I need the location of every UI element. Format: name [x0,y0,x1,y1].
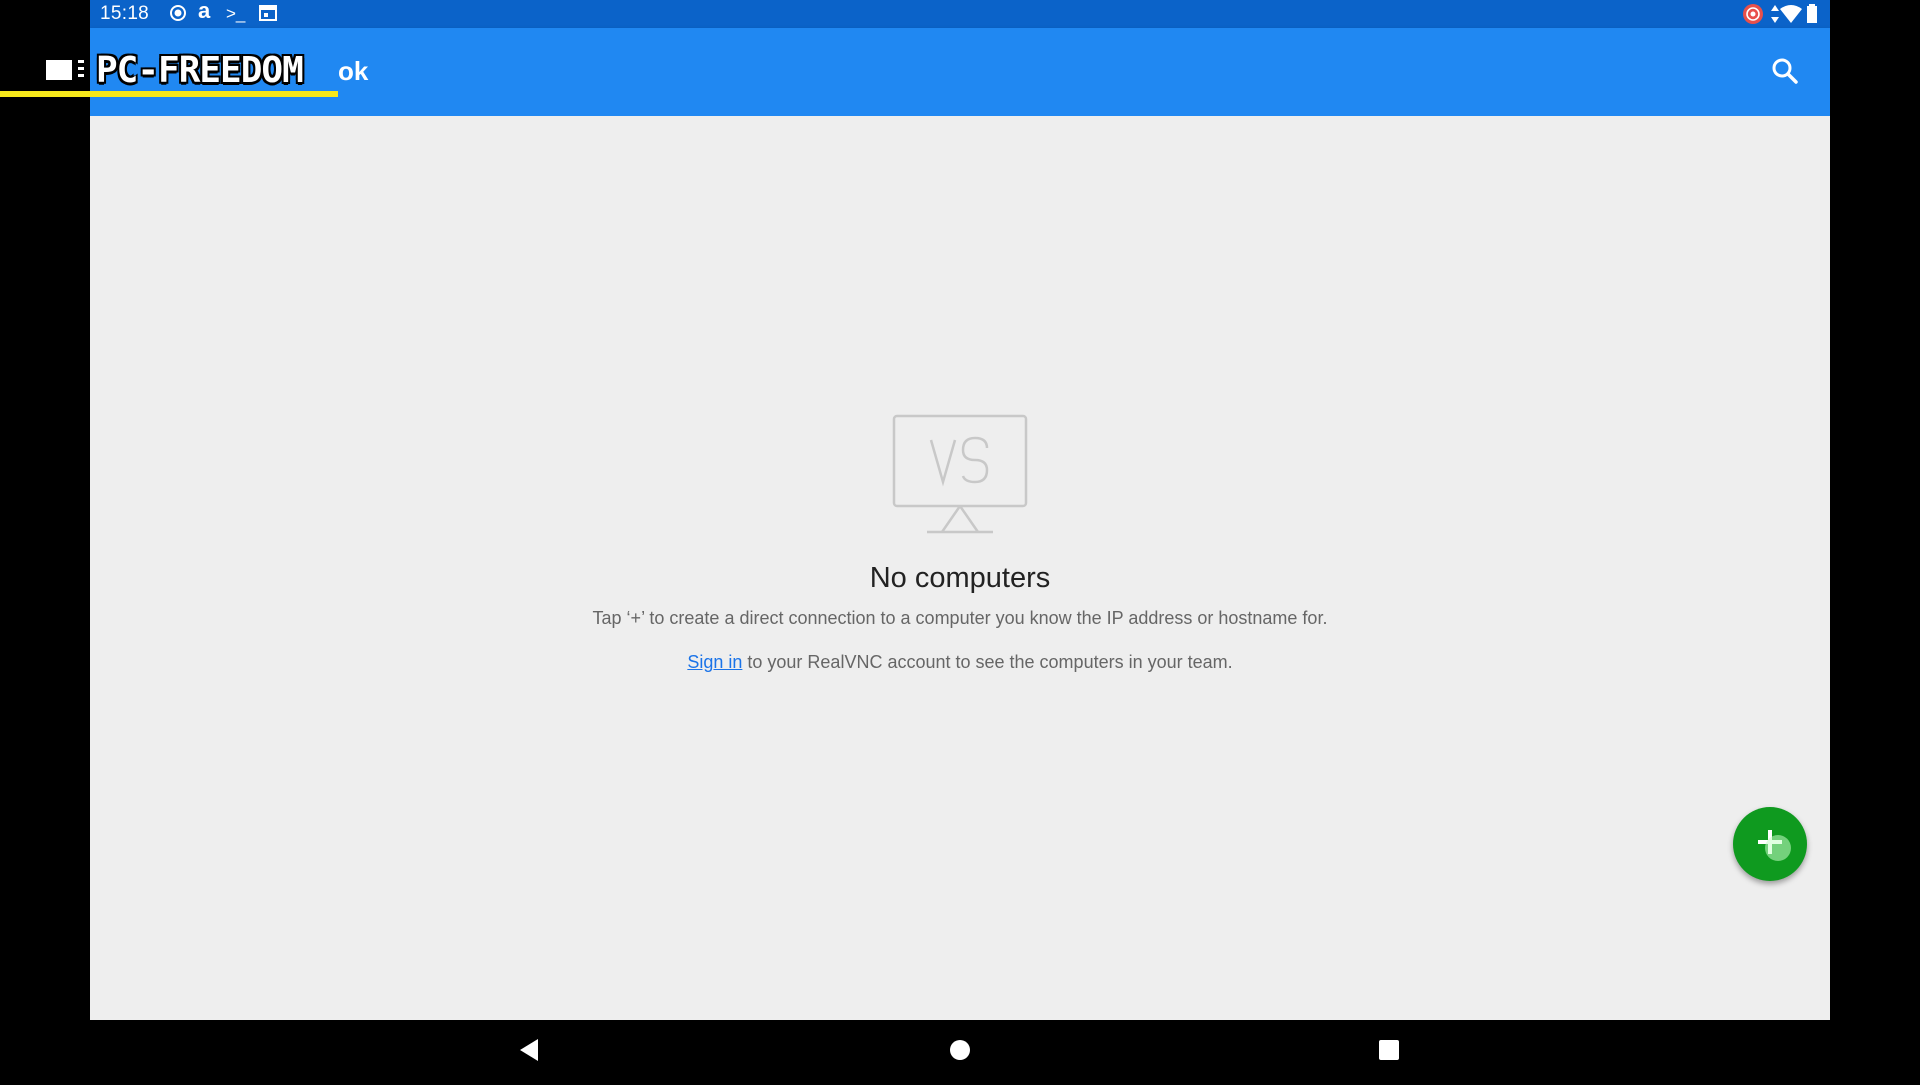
status-bar: 15:18 a >_ [90,0,1830,28]
screen-record-icon [1742,3,1764,30]
empty-state-title: No computers [869,562,1051,594]
status-time: 15:18 [100,3,150,24]
empty-state-description: Tap ‘+’ to create a direct connection to… [592,608,1328,628]
back-button[interactable] [500,1020,560,1080]
navigation-bar [0,1020,1920,1080]
search-icon [1772,58,1798,84]
home-icon [950,1040,970,1060]
data-arrows-icon [1770,3,1780,30]
app-bar: ok [90,28,1830,116]
watermark-logo: PC-FREEDOM [0,50,340,100]
touch-ripple [1765,835,1791,861]
main-content: No computers Tap ‘+’ to create a direct … [90,116,1830,1020]
recents-button[interactable] [1359,1020,1419,1080]
watermark-square [46,60,72,80]
app-title: ok [338,56,369,86]
record-icon [168,3,188,28]
watermark-underline [0,91,338,97]
calendar-icon [258,3,278,28]
battery-icon [1806,4,1818,29]
search-button[interactable] [1768,54,1802,88]
watermark-text: PC-FREEDOM [96,50,304,91]
sign-in-link[interactable]: Sign in [687,652,742,672]
amazon-icon: a [198,0,211,23]
status-right-group [1742,3,1822,25]
recents-icon [1379,1040,1399,1060]
wifi-icon [1780,4,1802,29]
watermark-dots [78,60,84,80]
home-button[interactable] [930,1020,990,1080]
device-screen: 15:18 a >_ ok PC-FREEDOM No computers Ta… [0,0,1920,1080]
back-icon [520,1039,538,1061]
add-connection-button[interactable] [1733,807,1807,881]
signin-rest-text: to your RealVNC account to see the compu… [742,652,1233,672]
terminal-icon: >_ [226,4,246,23]
computer-illustration-icon [892,414,1028,534]
signin-line: Sign in to your RealVNC account to see t… [90,652,1830,673]
